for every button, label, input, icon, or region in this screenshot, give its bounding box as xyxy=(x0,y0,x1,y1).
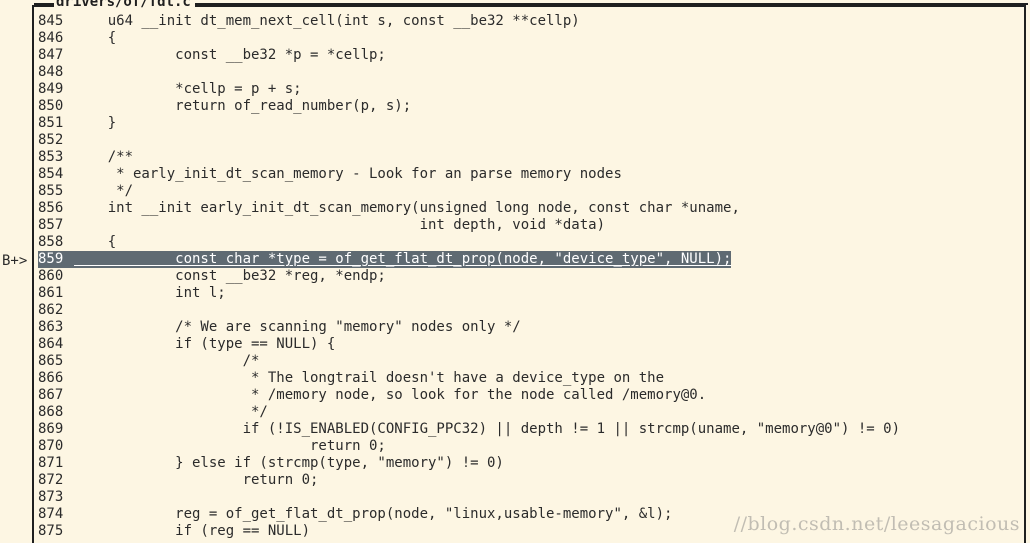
line-number: 860 xyxy=(38,268,64,284)
line-number: 846 xyxy=(38,30,64,46)
line-number: 858 xyxy=(38,234,64,250)
code-line[interactable]: 855 */ xyxy=(38,183,1028,200)
line-text: * The longtrail doesn't have a device_ty… xyxy=(74,370,665,386)
line-text: reg = of_get_flat_dt_prop(node, "linux,u… xyxy=(74,506,673,522)
line-text: /** xyxy=(74,149,134,165)
code-line[interactable]: 853 /** xyxy=(38,149,1028,166)
line-number: 864 xyxy=(38,336,64,352)
code-line[interactable]: 849 *cellp = p + s; xyxy=(38,81,1028,98)
code-line[interactable]: 861 int l; xyxy=(38,285,1028,302)
code-line[interactable]: 856 int __init early_init_dt_scan_memory… xyxy=(38,200,1028,217)
code-line[interactable]: 869 if (!IS_ENABLED(CONFIG_PPC32) || dep… xyxy=(38,421,1028,438)
line-text: int l; xyxy=(74,285,226,301)
line-number: 856 xyxy=(38,200,64,216)
line-text: * early_init_dt_scan_memory - Look for a… xyxy=(74,166,622,182)
line-number: 850 xyxy=(38,98,64,114)
line-number: 873 xyxy=(38,489,64,505)
code-line[interactable]: 851 } xyxy=(38,115,1028,132)
line-number: 872 xyxy=(38,472,64,488)
line-number: 874 xyxy=(38,506,64,522)
line-text: /* xyxy=(74,353,260,369)
line-number: 869 xyxy=(38,421,64,437)
line-text: int depth, void *data) xyxy=(74,217,606,233)
line-text: if (type == NULL) { xyxy=(74,336,336,352)
code-line[interactable]: 872 return 0; xyxy=(38,472,1028,489)
line-text: { xyxy=(74,30,117,46)
line-text: * /memory node, so look for the node cal… xyxy=(74,387,707,403)
line-number: 849 xyxy=(38,81,64,97)
code-line[interactable]: 854 * early_init_dt_scan_memory - Look f… xyxy=(38,166,1028,183)
code-line[interactable]: 860 const __be32 *reg, *endp; xyxy=(38,268,1028,285)
code-line[interactable]: 863 /* We are scanning "memory" nodes on… xyxy=(38,319,1028,336)
line-text: const char *type = of_get_flat_dt_prop(n… xyxy=(74,251,732,267)
line-number: 847 xyxy=(38,47,64,63)
line-text: const __be32 *p = *cellp; xyxy=(74,47,386,63)
line-text: */ xyxy=(74,404,268,420)
breakpoint-marker: B+> xyxy=(2,253,28,269)
code-line[interactable]: 871 } else if (strcmp(type, "memory") !=… xyxy=(38,455,1028,472)
line-number: 848 xyxy=(38,64,64,80)
line-text: const __be32 *reg, *endp; xyxy=(74,268,386,284)
line-number: 871 xyxy=(38,455,64,471)
line-text: /* We are scanning "memory" nodes only *… xyxy=(74,319,521,335)
window-title: drivers/of/fdt.c xyxy=(54,0,195,9)
code-line[interactable]: 870 return 0; xyxy=(38,438,1028,455)
line-text: if (!IS_ENABLED(CONFIG_PPC32) || depth !… xyxy=(74,421,901,437)
line-number: 862 xyxy=(38,302,64,318)
line-number: 853 xyxy=(38,149,64,165)
line-number: 851 xyxy=(38,115,64,131)
source-code-view[interactable]: 845 u64 __init dt_mem_next_cell(int s, c… xyxy=(38,13,1028,540)
line-number: 875 xyxy=(38,523,64,539)
line-number: 866 xyxy=(38,370,64,386)
code-line[interactable]: 847 const __be32 *p = *cellp; xyxy=(38,47,1028,64)
code-line[interactable]: 858 { xyxy=(38,234,1028,251)
line-text: } else if (strcmp(type, "memory") != 0) xyxy=(74,455,504,471)
line-text: return 0; xyxy=(74,438,386,454)
code-line[interactable]: 862 xyxy=(38,302,1028,319)
line-number: 870 xyxy=(38,438,64,454)
code-line[interactable]: 864 if (type == NULL) { xyxy=(38,336,1028,353)
line-text: { xyxy=(74,234,117,250)
line-number: 852 xyxy=(38,132,64,148)
code-line[interactable]: 859 const char *type = of_get_flat_dt_pr… xyxy=(38,251,1028,268)
code-line[interactable]: 857 int depth, void *data) xyxy=(38,217,1028,234)
code-line[interactable]: 850 return of_read_number(p, s); xyxy=(38,98,1028,115)
line-number: 863 xyxy=(38,319,64,335)
watermark: //blog.csdn.net/leesagacious xyxy=(733,513,1020,535)
code-line[interactable]: 873 xyxy=(38,489,1028,506)
line-number: 845 xyxy=(38,13,64,29)
line-number: 855 xyxy=(38,183,64,199)
code-line[interactable]: 848 xyxy=(38,64,1028,81)
line-text: return of_read_number(p, s); xyxy=(74,98,412,114)
code-line[interactable]: 845 u64 __init dt_mem_next_cell(int s, c… xyxy=(38,13,1028,30)
code-line[interactable]: 866 * The longtrail doesn't have a devic… xyxy=(38,370,1028,387)
line-number: 861 xyxy=(38,285,64,301)
line-text: } xyxy=(74,115,117,131)
code-line[interactable]: 852 xyxy=(38,132,1028,149)
line-number: 865 xyxy=(38,353,64,369)
line-text: u64 __init dt_mem_next_cell(int s, const… xyxy=(74,13,580,29)
code-line[interactable]: 868 */ xyxy=(38,404,1028,421)
line-text: */ xyxy=(74,183,134,199)
code-line[interactable]: 867 * /memory node, so look for the node… xyxy=(38,387,1028,404)
line-text: if (reg == NULL) xyxy=(74,523,311,539)
line-number: 857 xyxy=(38,217,64,233)
line-number: 859 xyxy=(38,251,64,267)
line-text: *cellp = p + s; xyxy=(74,81,302,97)
line-text: int __init early_init_dt_scan_memory(uns… xyxy=(74,200,740,216)
code-line[interactable]: 846 { xyxy=(38,30,1028,47)
line-number: 868 xyxy=(38,404,64,420)
line-number: 854 xyxy=(38,166,64,182)
line-number: 867 xyxy=(38,387,64,403)
line-text: return 0; xyxy=(74,472,319,488)
code-line[interactable]: 865 /* xyxy=(38,353,1028,370)
